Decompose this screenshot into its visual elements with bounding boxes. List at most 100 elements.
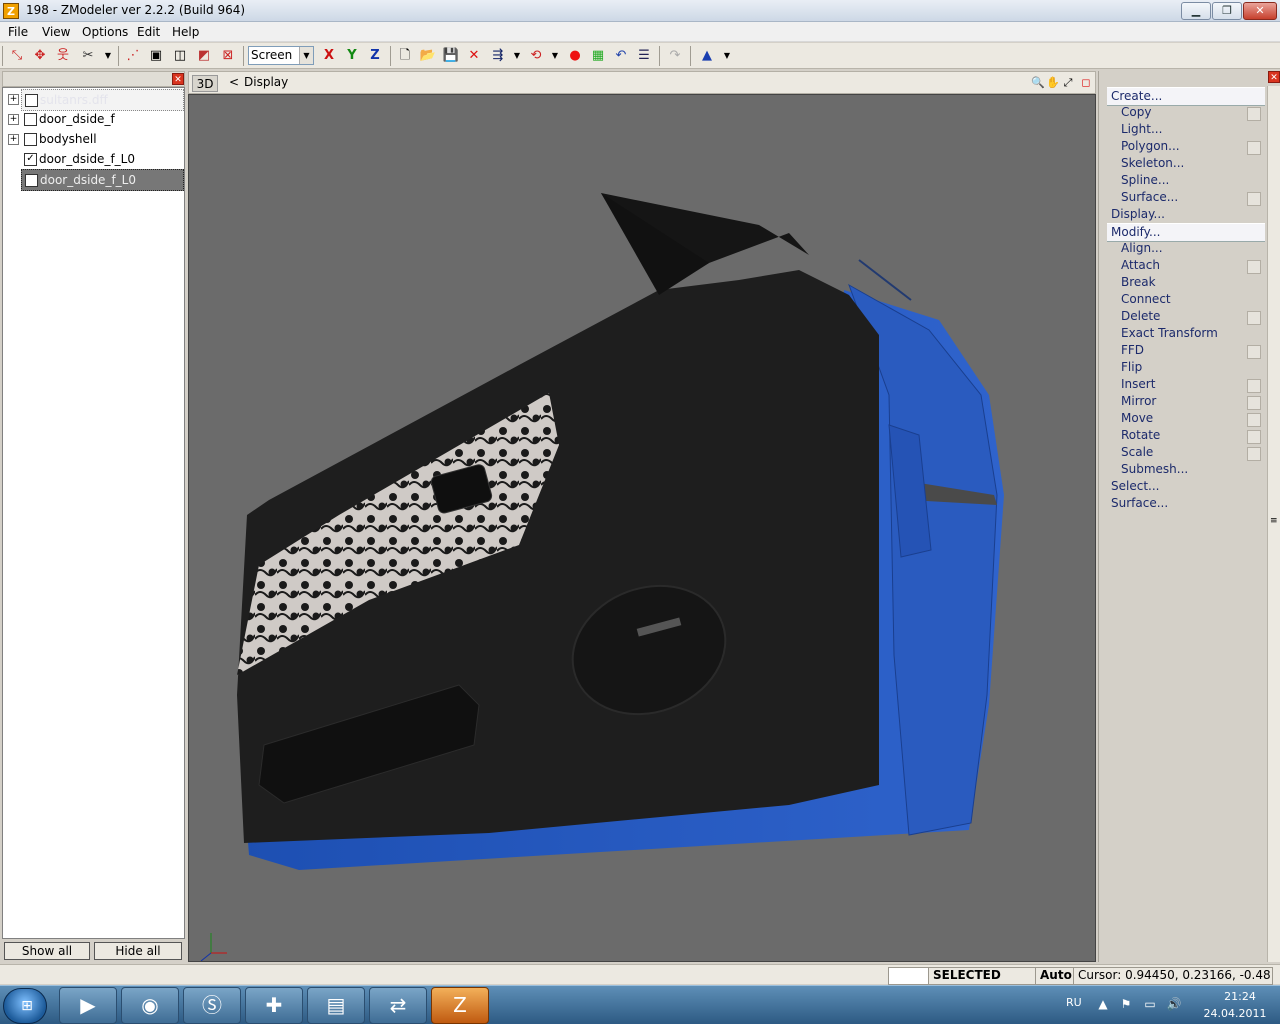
cmd-option-box[interactable] xyxy=(1247,311,1261,325)
action-center-icon[interactable]: ⚑ xyxy=(1118,996,1134,1012)
save-icon[interactable]: 💾 xyxy=(442,47,460,65)
undo-icon[interactable]: ↶ xyxy=(612,47,630,65)
options-dropdown-icon[interactable]: ▼ xyxy=(99,47,117,65)
cmd-option-box[interactable] xyxy=(1247,396,1261,410)
maximize-viewport-icon[interactable]: ⤢ xyxy=(1061,76,1075,90)
coord-mode-select[interactable]: Screen ▼ xyxy=(248,46,314,65)
cmd-copy[interactable]: Copy xyxy=(1121,104,1151,121)
texture-icon[interactable]: ▦ xyxy=(589,47,607,65)
close-button[interactable]: ✕ xyxy=(1243,2,1277,20)
cmd-display[interactable]: Display... xyxy=(1111,206,1165,223)
expand-icon[interactable]: + xyxy=(8,134,19,145)
viewport-back-button[interactable]: < xyxy=(229,75,239,89)
record-icon[interactable]: ● xyxy=(566,47,584,65)
cmd-option-box[interactable] xyxy=(1247,413,1261,427)
select-icon[interactable]: ⤡ xyxy=(8,47,26,65)
network-icon[interactable]: ▭ xyxy=(1142,996,1158,1012)
clock-time[interactable]: 21:24 xyxy=(1210,990,1270,1003)
menu-edit[interactable]: Edit xyxy=(137,25,160,39)
axis-x-toggle[interactable]: X xyxy=(320,47,338,65)
visibility-checkbox[interactable] xyxy=(25,94,38,107)
expand-icon[interactable]: + xyxy=(8,94,19,105)
cmd-rotate[interactable]: Rotate xyxy=(1121,427,1160,444)
hide-all-button[interactable]: Hide all xyxy=(94,942,182,960)
viewport-close-icon[interactable]: ◻ xyxy=(1079,76,1093,90)
volume-icon[interactable]: 🔊 xyxy=(1166,996,1182,1012)
media-player-icon[interactable]: ▶ xyxy=(59,987,117,1024)
cmd-option-box[interactable] xyxy=(1247,260,1261,274)
tool-icon[interactable]: ✚ xyxy=(245,987,303,1024)
firefox-icon[interactable]: ◉ xyxy=(121,987,179,1024)
cmd-option-box[interactable] xyxy=(1247,107,1261,121)
cmd-surface-create[interactable]: Surface... xyxy=(1121,189,1178,206)
tree-item[interactable]: sultanrs.dff xyxy=(21,89,184,111)
pyramid-icon[interactable]: ▲ xyxy=(698,47,716,65)
cmd-submesh[interactable]: Submesh... xyxy=(1121,461,1188,478)
zmodeler-app-icon[interactable]: Z xyxy=(3,3,19,19)
new-file-icon[interactable]: 🗋 xyxy=(396,47,414,65)
cmd-surface[interactable]: Surface... xyxy=(1111,495,1168,512)
skype-icon[interactable]: Ⓢ xyxy=(183,987,241,1024)
axis-y-toggle[interactable]: Y xyxy=(343,47,361,65)
tree-item[interactable]: + door_dside_f xyxy=(3,109,184,129)
options-icon[interactable]: ✂ xyxy=(79,47,97,65)
cmd-skeleton[interactable]: Skeleton... xyxy=(1121,155,1184,172)
cmd-spline[interactable]: Spline... xyxy=(1121,172,1169,189)
show-all-button[interactable]: Show all xyxy=(4,942,90,960)
cmd-attach[interactable]: Attach xyxy=(1121,257,1160,274)
cmd-connect[interactable]: Connect xyxy=(1121,291,1171,308)
command-panel-scrollbar[interactable]: ≡ xyxy=(1267,86,1280,962)
cmd-option-box[interactable] xyxy=(1247,141,1261,155)
history-dropdown-icon[interactable]: ▼ xyxy=(546,47,564,65)
move-icon[interactable]: ✥ xyxy=(31,47,49,65)
zmodeler-icon[interactable]: Z xyxy=(431,987,489,1024)
restore-button[interactable]: ❐ xyxy=(1212,2,1242,20)
cube-icon[interactable]: ▣ xyxy=(147,47,165,65)
cmd-flip[interactable]: Flip xyxy=(1121,359,1142,376)
cmd-mirror[interactable]: Mirror xyxy=(1121,393,1156,410)
cmd-delete[interactable]: Delete xyxy=(1121,308,1160,325)
tree-item-selected[interactable]: door_dside_f_L0 xyxy=(21,169,184,191)
tree-item[interactable]: ✓ door_dside_f_L0 xyxy=(3,149,184,169)
cmd-move[interactable]: Move xyxy=(1121,410,1153,427)
menu-help[interactable]: Help xyxy=(172,25,199,39)
cmd-insert[interactable]: Insert xyxy=(1121,376,1155,393)
clock-date[interactable]: 24.04.2011 xyxy=(1200,1007,1270,1020)
cmd-break[interactable]: Break xyxy=(1121,274,1156,291)
cube-front-icon[interactable]: ◩ xyxy=(195,47,213,65)
open-folder-icon[interactable]: 📂 xyxy=(419,47,437,65)
close-icon[interactable]: ✕ xyxy=(1268,71,1280,83)
pan-hand-icon[interactable]: ✋ xyxy=(1046,76,1060,90)
3d-viewport[interactable] xyxy=(188,94,1096,962)
notes-icon[interactable]: ☰ xyxy=(635,47,653,65)
language-indicator[interactable]: RU xyxy=(1066,996,1082,1009)
visibility-checkbox[interactable] xyxy=(24,113,37,126)
undo-history-icon[interactable]: ⟲ xyxy=(527,47,545,65)
expand-icon[interactable]: + xyxy=(8,114,19,125)
tray-expand-icon[interactable]: ▲ xyxy=(1095,996,1111,1012)
zoom-icon[interactable]: 🔍 xyxy=(1031,76,1045,90)
cmd-option-box[interactable] xyxy=(1247,379,1261,393)
menu-view[interactable]: View xyxy=(42,25,70,39)
teamviewer-icon[interactable]: ⇄ xyxy=(369,987,427,1024)
cmd-light[interactable]: Light... xyxy=(1121,121,1162,138)
cmd-polygon[interactable]: Polygon... xyxy=(1121,138,1180,155)
cmd-ffd[interactable]: FFD xyxy=(1121,342,1144,359)
visibility-checkbox[interactable]: ✓ xyxy=(24,153,37,166)
cube-delete-icon[interactable]: ⊠ xyxy=(219,47,237,65)
cmd-option-box[interactable] xyxy=(1247,430,1261,444)
import-icon[interactable]: ⇶ xyxy=(489,47,507,65)
chevron-down-icon[interactable]: ▼ xyxy=(299,47,313,64)
cube-wire-icon[interactable]: ◫ xyxy=(171,47,189,65)
cmd-option-box[interactable] xyxy=(1247,192,1261,206)
cmd-option-box[interactable] xyxy=(1247,447,1261,461)
menu-options[interactable]: Options xyxy=(82,25,128,39)
axis-z-toggle[interactable]: Z xyxy=(366,47,384,65)
menu-file[interactable]: File xyxy=(8,25,28,39)
scroll-grip-icon[interactable]: ≡ xyxy=(1270,516,1278,526)
visibility-checkbox[interactable] xyxy=(24,133,37,146)
viewport-3d-tab[interactable]: 3D xyxy=(192,75,218,92)
close-icon[interactable]: ✕ xyxy=(172,73,184,85)
cmd-scale[interactable]: Scale xyxy=(1121,444,1153,461)
pyramid-dropdown-icon[interactable]: ▼ xyxy=(718,47,736,65)
